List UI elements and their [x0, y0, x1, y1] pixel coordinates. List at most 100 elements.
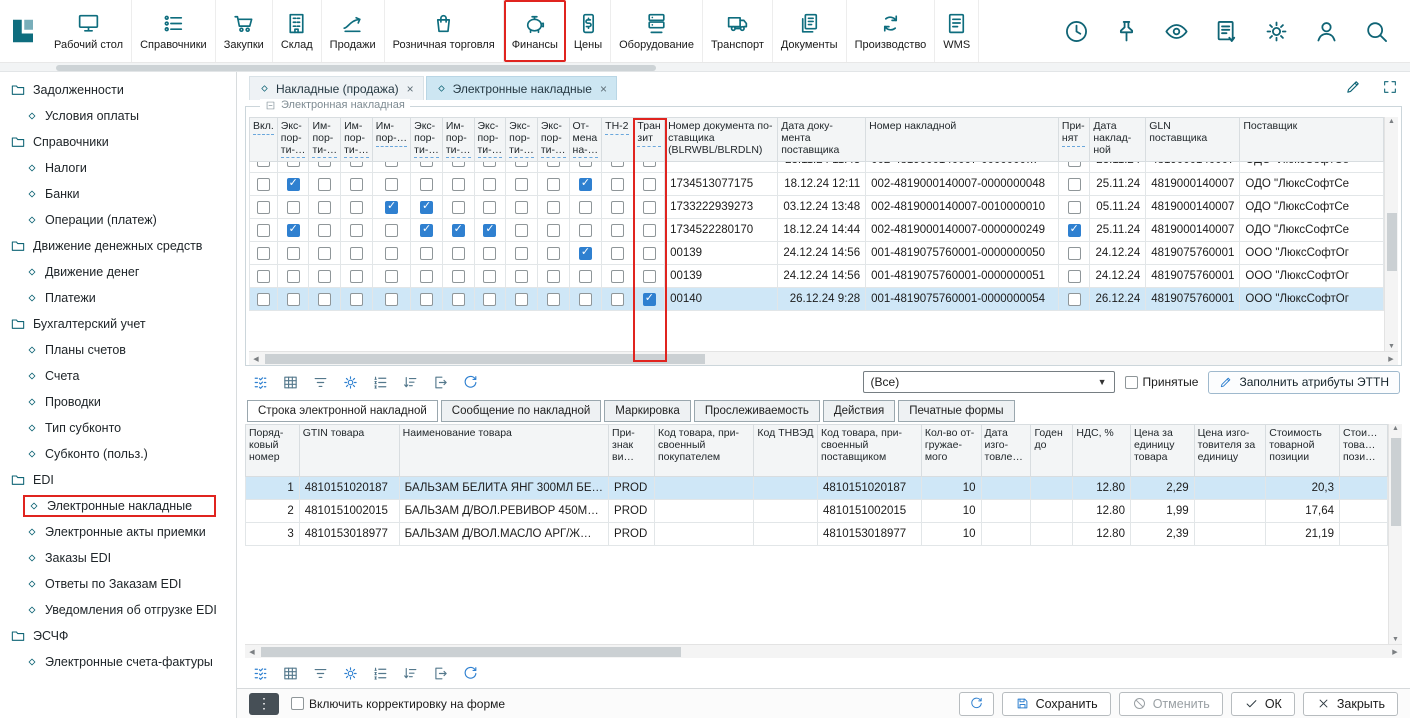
scroll-right-icon[interactable]: ▶ — [1384, 352, 1398, 366]
scroll-up-icon[interactable]: ▲ — [1385, 118, 1398, 125]
column-header-vat[interactable]: НДС, % — [1073, 425, 1131, 477]
accepted-checkbox-box[interactable] — [1125, 376, 1138, 389]
sidebar-item[interactable]: Ответы по Заказам EDI — [0, 571, 236, 597]
checkbox-f7[interactable] — [483, 162, 496, 167]
eye-icon[interactable] — [1163, 18, 1190, 45]
detail-tab-4[interactable]: Прослеживаемость — [694, 400, 820, 422]
detail-tab-6[interactable]: Печатные формы — [898, 400, 1014, 422]
checkbox-f9[interactable] — [547, 247, 560, 260]
checkbox-f8[interactable] — [515, 178, 528, 191]
checkbox-f5[interactable] — [420, 201, 433, 214]
checkbox-vkl[interactable] — [257, 201, 270, 214]
detail-hscrollbar[interactable]: ◀ ▶ — [245, 644, 1402, 658]
checkbox-accepted[interactable] — [1068, 270, 1081, 283]
sidebar-group-5[interactable]: EDI — [0, 467, 236, 493]
checkbox-cancel[interactable] — [579, 162, 592, 167]
numbered-list-icon[interactable] — [367, 370, 393, 394]
checkbox-f5[interactable] — [420, 178, 433, 191]
scroll-left-icon[interactable]: ◀ — [245, 645, 259, 659]
checkbox-tranzit[interactable] — [643, 178, 656, 191]
sidebar-item[interactable]: Счета — [0, 363, 236, 389]
checkbox-f8[interactable] — [515, 162, 528, 167]
checkbox-f4[interactable] — [385, 247, 398, 260]
sidebar-item[interactable]: Налоги — [0, 155, 236, 181]
checkbox-f9[interactable] — [547, 224, 560, 237]
refresh-icon[interactable] — [457, 370, 483, 394]
scroll-right-icon[interactable]: ▶ — [1388, 645, 1402, 659]
column-header-qty[interactable]: Кол-во от- гружае- мого — [921, 425, 981, 477]
checkbox-f6[interactable] — [452, 224, 465, 237]
column-header-vkl[interactable]: Вкл. — [250, 118, 278, 162]
sidebar-group-3[interactable]: Движение денежных средств — [0, 233, 236, 259]
scroll-up-icon[interactable]: ▲ — [1389, 425, 1402, 432]
sidebar-item[interactable]: Планы счетов — [0, 337, 236, 363]
checkbox-f2[interactable] — [318, 270, 331, 283]
sort-icon[interactable] — [397, 370, 423, 394]
checkbox-f9[interactable] — [547, 293, 560, 306]
ok-button[interactable]: ОК — [1231, 692, 1295, 716]
checkbox-tn2[interactable] — [611, 201, 624, 214]
ribbon-item-8[interactable]: Цены — [566, 0, 611, 62]
column-header-code_buyer[interactable]: Код товара, при- своенный покупателем — [654, 425, 753, 477]
column-header-name[interactable]: Наименование товара — [399, 425, 608, 477]
sidebar-item[interactable]: Банки — [0, 181, 236, 207]
column-header-tranzit[interactable]: Тран зит — [634, 118, 665, 162]
correction-checkbox-box[interactable] — [291, 697, 304, 710]
grid-icon[interactable] — [277, 370, 303, 394]
checkbox-cancel[interactable] — [579, 224, 592, 237]
collapse-icon[interactable] — [265, 100, 276, 111]
save-button[interactable]: Сохранить — [1002, 692, 1111, 716]
checkbox-f1[interactable] — [287, 178, 300, 191]
gear-icon[interactable] — [337, 661, 363, 685]
checkbox-f3[interactable] — [350, 178, 363, 191]
checkbox-f8[interactable] — [515, 293, 528, 306]
checkbox-f9[interactable] — [547, 178, 560, 191]
sidebar-item[interactable]: Уведомления об отгрузке EDI — [0, 597, 236, 623]
cancel-button[interactable]: Отменить — [1119, 692, 1223, 716]
ribbon-item-12[interactable]: Производство — [847, 0, 936, 62]
tab-close-icon[interactable]: × — [407, 82, 414, 96]
checkbox-f5[interactable] — [420, 224, 433, 237]
clock-icon[interactable] — [1063, 18, 1090, 45]
column-header-invdate[interactable]: Дата наклад- ной — [1090, 118, 1146, 162]
ribbon-item-13[interactable]: WMS — [935, 0, 979, 62]
checkbox-f4[interactable] — [385, 162, 398, 167]
checkbox-f2[interactable] — [318, 247, 331, 260]
sidebar-item[interactable]: Заказы EDI — [0, 545, 236, 571]
sidebar-item[interactable]: Платежи — [0, 285, 236, 311]
checkbox-tranzit[interactable] — [643, 201, 656, 214]
checkbox-accepted[interactable] — [1068, 224, 1081, 237]
scroll-left-icon[interactable]: ◀ — [249, 352, 263, 366]
ribbon-scrollbar[interactable] — [0, 62, 1410, 72]
column-header-f5[interactable]: Экс- пор- ти-… — [411, 118, 443, 162]
checkbox-tn2[interactable] — [611, 270, 624, 283]
checkbox-f3[interactable] — [350, 224, 363, 237]
column-header-vid[interactable]: При- знак ви… — [609, 425, 655, 477]
column-header-cost[interactable]: Стоимость товарной позиции — [1266, 425, 1340, 477]
checkbox-tn2[interactable] — [611, 224, 624, 237]
detail-tab-3[interactable]: Маркировка — [604, 400, 691, 422]
checkbox-f3[interactable] — [350, 162, 363, 167]
checkbox-vkl[interactable] — [257, 162, 270, 167]
checkbox-f5[interactable] — [420, 247, 433, 260]
table-row[interactable]: 34810153018977БАЛЬЗАМ Д/ВОЛ.МАСЛО АРГ/Ж…… — [246, 523, 1388, 546]
checkbox-f2[interactable] — [318, 178, 331, 191]
export-icon[interactable] — [427, 370, 453, 394]
detail-vscrollbar[interactable]: ▲ ▼ — [1388, 424, 1402, 644]
checkbox-f6[interactable] — [452, 293, 465, 306]
column-header-f2[interactable]: Им- пор- ти-… — [309, 118, 341, 162]
user-icon[interactable] — [1313, 18, 1340, 45]
ribbon-item-3[interactable]: Закупки — [216, 0, 273, 62]
checkbox-tn2[interactable] — [611, 162, 624, 167]
column-header-docnum[interactable]: Номер документа по- ставщика (BLRWBL/BLR… — [665, 118, 778, 162]
checkbox-f2[interactable] — [318, 224, 331, 237]
correction-checkbox[interactable]: Включить корректировку на форме — [291, 697, 505, 711]
column-header-f6[interactable]: Им- пор- ти-… — [442, 118, 474, 162]
checkbox-f2[interactable] — [318, 293, 331, 306]
checkbox-f8[interactable] — [515, 247, 528, 260]
checkbox-tranzit[interactable] — [643, 247, 656, 260]
sidebar-item[interactable]: Условия оплаты — [0, 103, 236, 129]
checkbox-cancel[interactable] — [579, 247, 592, 260]
checkbox-f6[interactable] — [452, 270, 465, 283]
checkbox-accepted[interactable] — [1068, 162, 1081, 167]
